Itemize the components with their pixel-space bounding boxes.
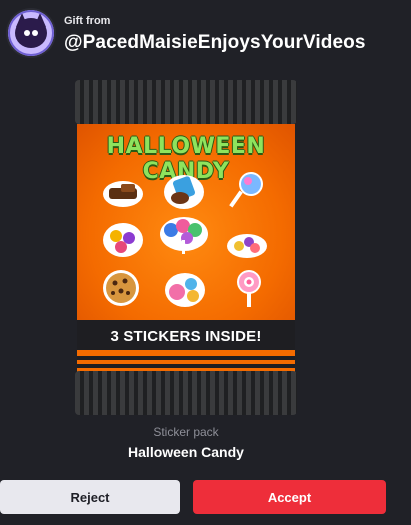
pack-stripe [77,356,295,360]
sender-avatar[interactable] [8,10,54,56]
avatar-ring [8,10,54,56]
pack-stripe [77,364,295,368]
candy-bag-icon [164,175,204,209]
wrapped-candies-icon [103,223,143,257]
blue-lollipop-icon [229,172,263,208]
pack-crimp-top [75,80,297,124]
sender-name[interactable]: @PacedMaisieEnjoysYourVideos [64,32,366,54]
accept-button[interactable]: Accept [193,480,386,514]
gift-header: Gift from @PacedMaisieEnjoysYourVideos [8,10,366,66]
pack-crimp-bottom [75,371,297,415]
gift-text-block: Gift from @PacedMaisieEnjoysYourVideos [64,10,366,54]
gumballs-icon [165,273,205,307]
sticker-pack-image: HALLOWEEN CANDY 3 STICKERS INSIDE! [75,80,297,415]
lollipop-bouquet-icon [160,217,208,254]
gift-from-label: Gift from [64,15,111,27]
item-kind-label: Sticker pack [153,425,219,439]
chocolate-bar-icon [103,181,143,207]
candy-pile-icon [227,234,267,258]
item-name: Halloween Candy [128,444,244,460]
cookie-icon [103,270,139,306]
pack-stickers [97,172,275,312]
reject-button[interactable]: Reject [0,480,180,514]
swirl-lollipop-icon [237,270,261,307]
pack-banner: 3 STICKERS INSIDE! [77,324,295,350]
